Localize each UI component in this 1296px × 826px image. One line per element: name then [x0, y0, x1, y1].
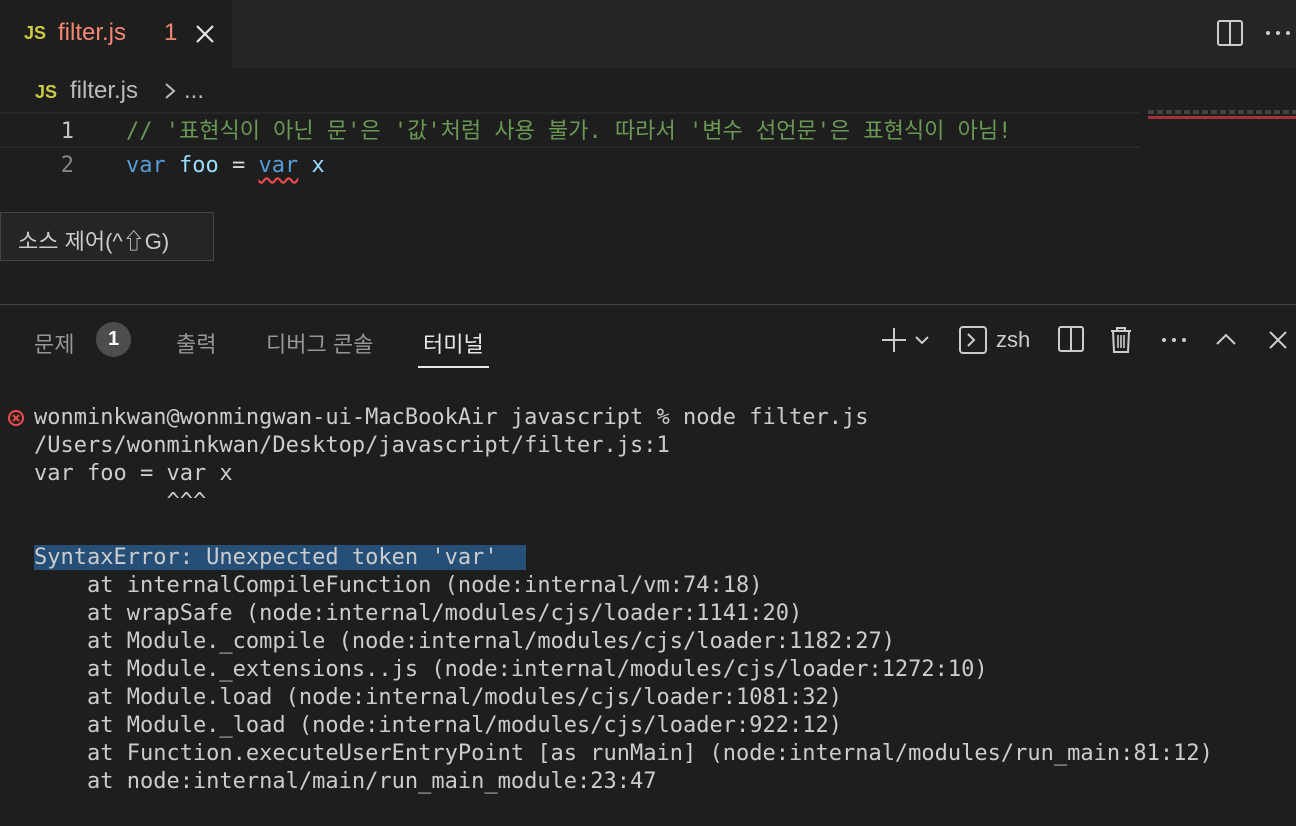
new-terminal-icon[interactable]: [876, 322, 912, 358]
terminal-line: ^^^: [34, 489, 207, 514]
stack-trace-line: at internalCompileFunction (node:interna…: [34, 573, 763, 598]
more-actions-icon[interactable]: [1156, 322, 1192, 358]
maximize-panel-icon[interactable]: [1208, 322, 1244, 358]
code-line[interactable]: 1 // '표현식이 아닌 문'은 '값'처럼 사용 불가. 따라서 '변수 선…: [0, 112, 1140, 148]
breadcrumb: JS filter.js ...: [0, 68, 1296, 114]
terminal-shell-icon: [959, 326, 987, 354]
code-statement: var foo = var x: [126, 148, 325, 184]
operator-assign: =: [232, 153, 246, 178]
more-actions-icon[interactable]: [1260, 16, 1296, 52]
minimap[interactable]: [1148, 110, 1296, 114]
panel-tab-bar: 문제 1 출력 디버그 콘솔 터미널 zsh: [0, 305, 1296, 375]
split-editor-icon[interactable]: [1212, 16, 1248, 52]
error-circle-icon[interactable]: [6, 408, 26, 428]
terminal-error-line: SyntaxError: Unexpected token 'var': [34, 544, 526, 572]
stack-trace-line: at Function.executeUserEntryPoint [as ru…: [34, 741, 1213, 766]
problems-count-badge: 1: [96, 322, 131, 357]
selected-text[interactable]: SyntaxError: Unexpected token 'var': [34, 545, 526, 570]
terminal-output[interactable]: wonminkwan@wonmingwan-ui-MacBookAir java…: [0, 400, 1296, 826]
tab-terminal[interactable]: 터미널: [423, 327, 484, 359]
terminal-shell-name[interactable]: zsh: [996, 327, 1030, 353]
terminal-line: var foo = var x: [34, 461, 233, 486]
breadcrumb-file[interactable]: filter.js: [70, 77, 138, 105]
stack-trace-line: at wrapSafe (node:internal/modules/cjs/l…: [34, 601, 803, 626]
code-line[interactable]: 2 var foo = var x: [0, 148, 1140, 184]
trash-icon[interactable]: [1103, 322, 1139, 358]
identifier-x: x: [311, 153, 325, 178]
javascript-file-icon: JS: [35, 82, 58, 102]
identifier-foo: foo: [179, 153, 219, 178]
terminal-line: /Users/wonminkwan/Desktop/javascript/fil…: [34, 433, 670, 458]
source-control-tooltip: 소스 제어(^⇧G): [0, 212, 214, 261]
stack-trace-line: at Module._compile (node:internal/module…: [34, 629, 895, 654]
terminal-command: wonminkwan@wonmingwan-ui-MacBookAir java…: [34, 405, 869, 430]
stack-trace-line: at Module._load (node:internal/modules/c…: [34, 713, 842, 738]
stack-trace-line: at Module.load (node:internal/modules/cj…: [34, 685, 842, 710]
tab-debug-console[interactable]: 디버그 콘솔: [266, 327, 373, 359]
code-comment: // '표현식이 아닌 문'은 '값'처럼 사용 불가. 따라서 '변수 선언문…: [126, 119, 1012, 144]
stack-trace-line: at node:internal/main/run_main_module:23…: [34, 769, 657, 794]
tab-problem-count: 1: [164, 19, 178, 46]
stack-trace-line: at Module._extensions..js (node:internal…: [34, 657, 988, 682]
keyword-var: var: [126, 153, 166, 178]
line-number: 1: [60, 119, 74, 144]
line-number: 2: [60, 153, 74, 178]
split-terminal-icon[interactable]: [1053, 322, 1089, 358]
close-icon[interactable]: [192, 21, 218, 47]
chevron-down-icon[interactable]: [910, 322, 934, 358]
tab-problems[interactable]: 문제: [34, 327, 74, 359]
tab-filter-js[interactable]: JS filter.js 1: [0, 0, 232, 68]
tab-output[interactable]: 출력: [176, 327, 216, 359]
editor-tab-bar: JS filter.js 1: [0, 0, 1296, 68]
breadcrumb-more[interactable]: ...: [184, 77, 204, 105]
error-token-var[interactable]: var: [259, 153, 299, 178]
tab-title: filter.js: [58, 19, 127, 46]
javascript-file-icon: JS: [24, 23, 47, 43]
active-tab-indicator: [418, 366, 489, 368]
minimap-error-marker: [1148, 116, 1296, 119]
chevron-right-icon: [165, 83, 176, 99]
close-panel-icon[interactable]: [1260, 322, 1296, 358]
